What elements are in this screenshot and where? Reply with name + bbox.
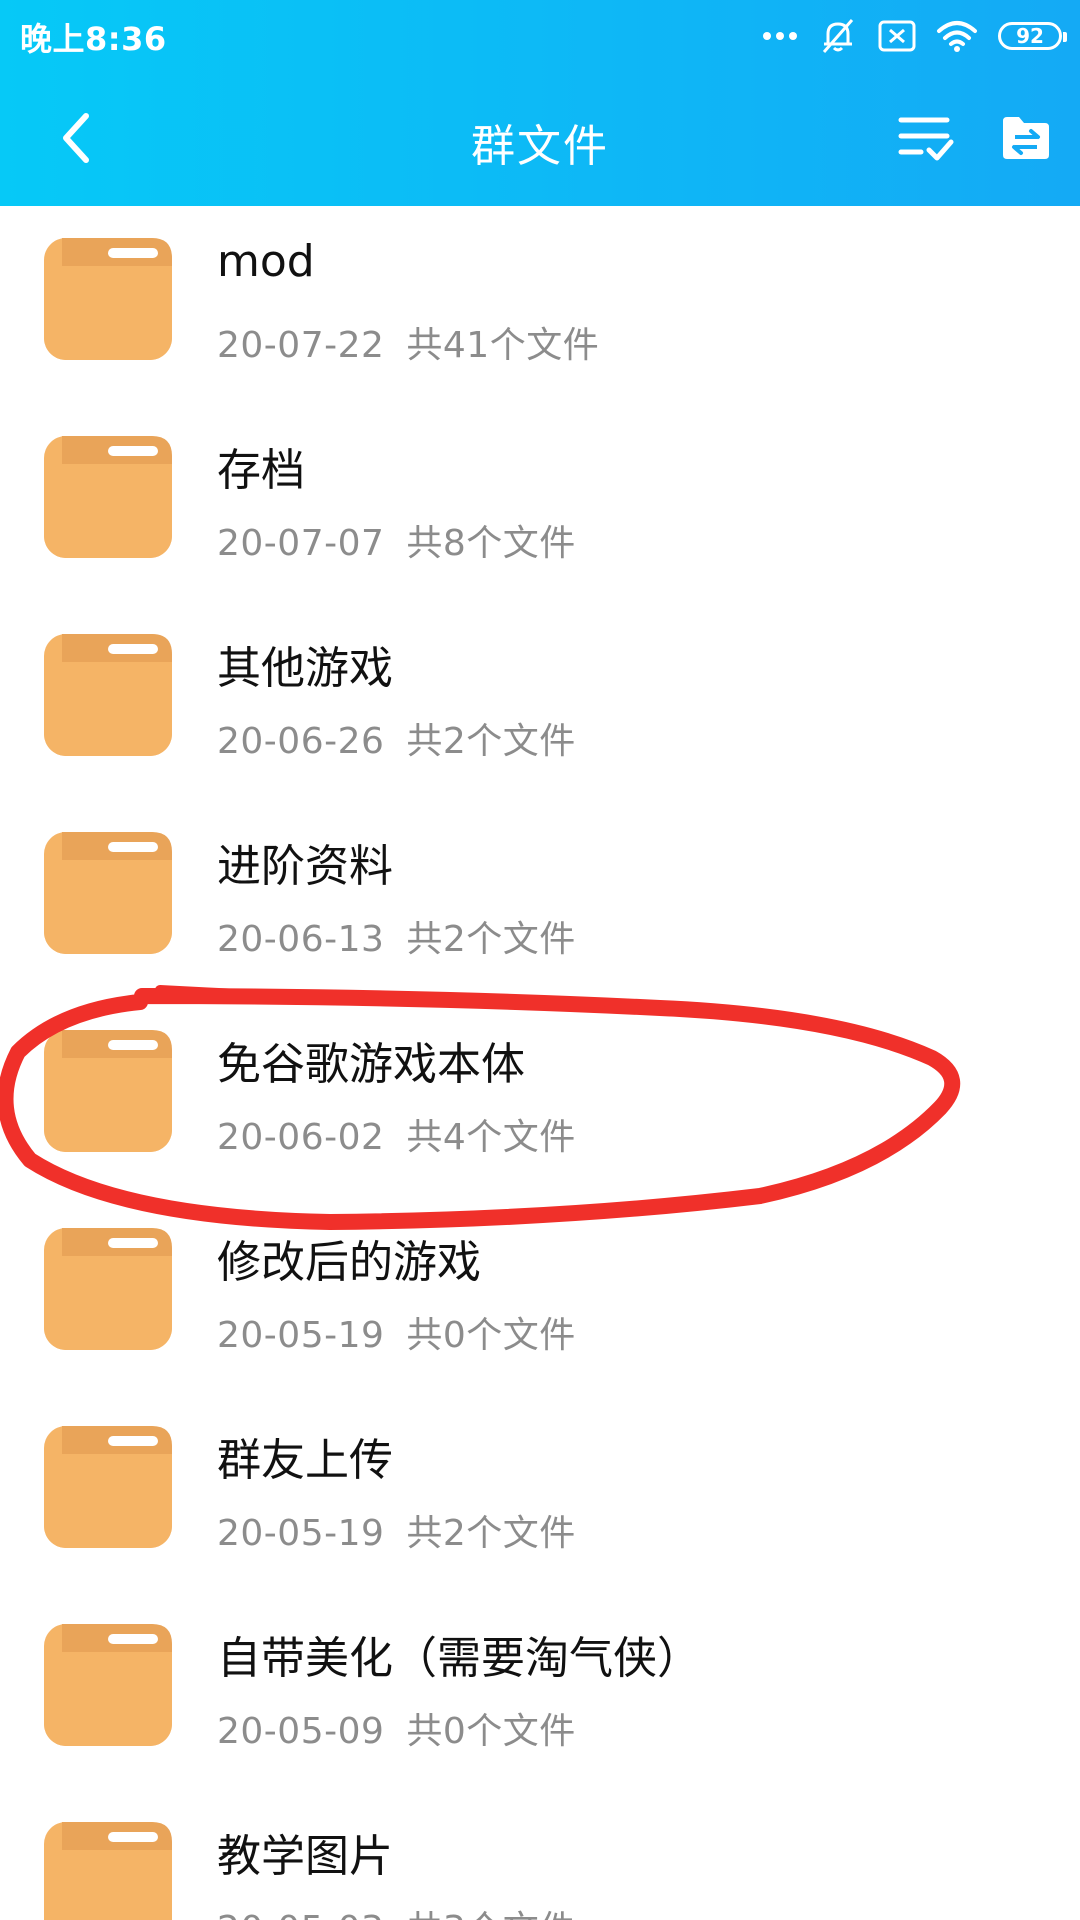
folder-date: 20-05-19 [217, 1315, 385, 1356]
folder-name: 免谷歌游戏本体 [217, 1039, 525, 1090]
list-item[interactable]: 免谷歌游戏本体 20-06-02 共4个文件 [0, 998, 1080, 1196]
folder-file-count: 共2个文件 [406, 1513, 576, 1554]
select-list-icon [898, 117, 954, 161]
folder-date: 20-07-22 [217, 325, 385, 366]
sim-off-icon [878, 20, 916, 52]
folder-file-count: 共0个文件 [406, 1711, 576, 1752]
folder-name: 进阶资料 [217, 841, 393, 892]
folder-file-count: 共41个文件 [406, 325, 600, 366]
list-item[interactable]: 进阶资料 20-06-13 共2个文件 [0, 800, 1080, 998]
folder-meta: 20-05-19 共0个文件 [217, 1306, 576, 1358]
folder-name: 群友上传 [217, 1435, 393, 1486]
folder-icon [44, 1624, 172, 1746]
folder-file-count: 共3个文件 [406, 1909, 575, 1920]
folder-file-count: 共2个文件 [406, 919, 576, 960]
folder-transfer-button[interactable] [990, 102, 1062, 174]
folder-icon [44, 832, 172, 954]
folder-icon [44, 436, 172, 558]
folder-icon [44, 1030, 172, 1152]
wifi-icon [936, 19, 978, 53]
folder-name: 其他游戏 [217, 643, 393, 694]
folder-icon [44, 634, 172, 756]
group-files-screen: 晚上8:36 92 群文件 mod 20-07-22 共41个文件 存档 20-… [0, 0, 1080, 1920]
folder-date: 20-05-19 [217, 1513, 385, 1554]
folder-meta: 20-06-26 共2个文件 [217, 712, 576, 764]
folder-meta: 20-05-09 共0个文件 [217, 1702, 576, 1754]
folder-file-count: 共0个文件 [406, 1315, 576, 1356]
folder-meta: 20-05-19 共2个文件 [217, 1504, 576, 1556]
folder-name: mod [217, 236, 315, 287]
mute-bell-icon [818, 16, 858, 56]
folder-date: 20-07-07 [217, 523, 385, 564]
folder-date: 20-05-09 [217, 1711, 385, 1752]
folder-meta: 20-06-13 共2个文件 [217, 910, 576, 962]
folder-date: 20-05-03 [217, 1909, 384, 1920]
list-item[interactable]: 群友上传 20-05-19 共2个文件 [0, 1394, 1080, 1592]
folder-name: 自带美化（需要淘气侠） [217, 1633, 701, 1684]
folder-meta: 20-06-02 共4个文件 [217, 1108, 576, 1160]
list-item[interactable]: 其他游戏 20-06-26 共2个文件 [0, 602, 1080, 800]
select-files-button[interactable] [890, 102, 962, 174]
list-item[interactable]: 修改后的游戏 20-05-19 共0个文件 [0, 1196, 1080, 1394]
folder-date: 20-06-02 [217, 1117, 385, 1158]
folder-icon [44, 1228, 172, 1350]
list-item[interactable]: 存档 20-07-07 共8个文件 [0, 404, 1080, 602]
list-item[interactable]: 教学图片 20-05-03 共3个文件 [0, 1790, 1080, 1920]
folder-meta: 20-07-07 共8个文件 [217, 514, 576, 566]
status-time: 晚上8:36 [20, 20, 167, 58]
folder-name: 修改后的游戏 [217, 1237, 481, 1288]
folder-icon [44, 1426, 172, 1548]
folder-name: 教学图片 [217, 1831, 393, 1882]
more-dots-icon [762, 30, 798, 42]
status-icons: 92 [762, 12, 1067, 60]
folder-date: 20-06-26 [217, 721, 385, 762]
nav-bar: 群文件 [0, 72, 1080, 206]
list-item[interactable]: 自带美化（需要淘气侠） 20-05-09 共0个文件 [0, 1592, 1080, 1790]
list-item[interactable]: mod 20-07-22 共41个文件 [0, 206, 1080, 404]
folder-name: 存档 [217, 445, 305, 496]
folder-meta: 20-05-03 共3个文件 [217, 1900, 576, 1920]
folder-icon [44, 238, 172, 360]
folder-icon [44, 1822, 172, 1920]
file-list: mod 20-07-22 共41个文件 存档 20-07-07 共8个文件 其他… [0, 206, 1080, 1920]
battery-indicator: 92 [998, 22, 1067, 50]
folder-file-count: 共8个文件 [406, 523, 576, 564]
folder-transfer-icon [1003, 117, 1049, 159]
folder-file-count: 共4个文件 [406, 1117, 576, 1158]
folder-file-count: 共2个文件 [406, 721, 576, 762]
folder-meta: 20-07-22 共41个文件 [217, 316, 599, 368]
folder-date: 20-06-13 [217, 919, 385, 960]
status-bar: 晚上8:36 92 [0, 0, 1080, 72]
